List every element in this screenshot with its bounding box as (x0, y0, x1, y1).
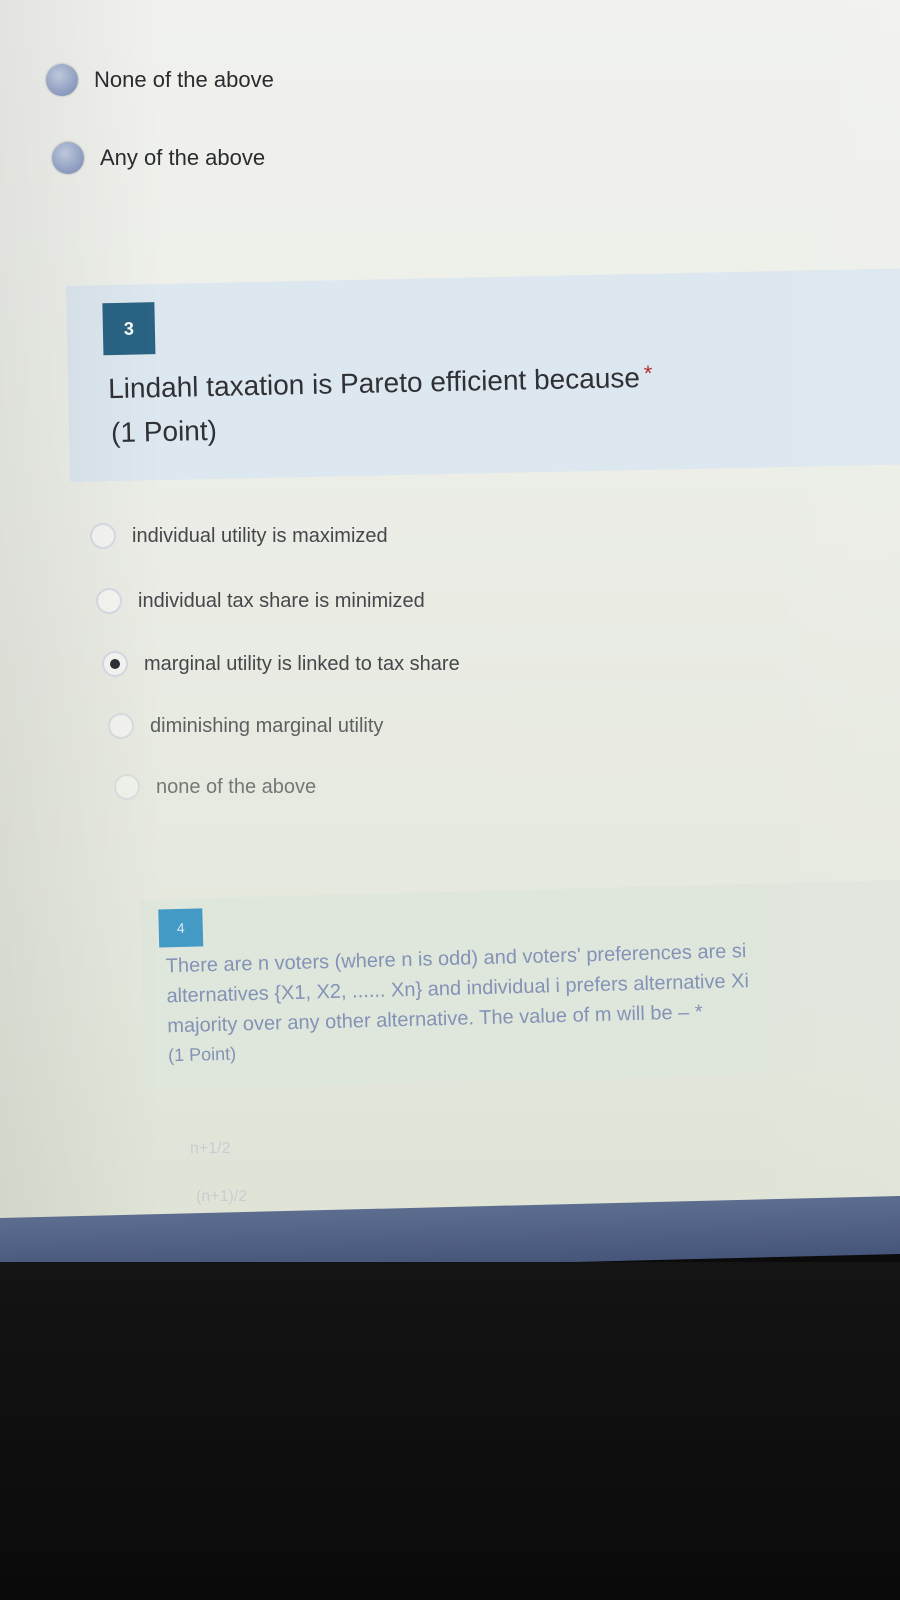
question-card: 3 Lindahl taxation is Pareto efficient b… (66, 268, 900, 482)
question-text-line: majority over any other alternative. The… (167, 1001, 703, 1038)
option-individual-utility[interactable]: individual utility is maximized (90, 523, 388, 549)
option-any-of-the-above[interactable]: Any of the above (52, 142, 265, 174)
option-label: None of the above (94, 67, 274, 92)
faded-option-label[interactable]: n+1/2 (190, 1140, 230, 1158)
radio-button[interactable] (108, 713, 134, 739)
radio-button[interactable] (52, 142, 84, 174)
question-card: 4 There are n voters (where n is odd) an… (140, 880, 900, 1090)
form-page: None of the above Any of the above 3 Lin… (0, 0, 900, 1240)
option-individual-tax-share[interactable]: individual tax share is minimized (96, 588, 425, 614)
question-number-badge: 3 (102, 302, 156, 356)
option-label: diminishing marginal utility (150, 714, 384, 737)
radio-button[interactable] (46, 64, 78, 96)
radio-button[interactable] (114, 774, 140, 800)
required-marker: * (643, 360, 653, 386)
option-none-of-the-above-q3[interactable]: none of the above (114, 774, 316, 800)
option-diminishing-marginal-utility[interactable]: diminishing marginal utility (108, 713, 383, 739)
option-label: individual tax share is minimized (138, 589, 425, 612)
question-title: Lindahl taxation is Pareto efficient bec… (108, 360, 653, 408)
option-label: Any of the above (100, 145, 266, 170)
faded-option-label[interactable]: (n+1)/2 (196, 1188, 247, 1206)
radio-button[interactable] (96, 588, 122, 614)
question-points: (1 Point) (110, 414, 218, 449)
option-label: individual utility is maximized (132, 524, 388, 547)
question-text: Lindahl taxation is Pareto efficient bec… (107, 362, 641, 405)
option-label: marginal utility is linked to tax share (144, 652, 460, 675)
radio-button-selected[interactable] (102, 651, 128, 677)
option-none-of-the-above[interactable]: None of the above (46, 64, 274, 96)
question-number-badge: 4 (158, 908, 204, 948)
question-points: (1 Point) (167, 1043, 237, 1066)
monitor-bezel (0, 1262, 900, 1600)
option-marginal-utility-linked[interactable]: marginal utility is linked to tax share (102, 651, 460, 677)
option-label: none of the above (156, 775, 317, 798)
radio-button[interactable] (90, 523, 116, 549)
